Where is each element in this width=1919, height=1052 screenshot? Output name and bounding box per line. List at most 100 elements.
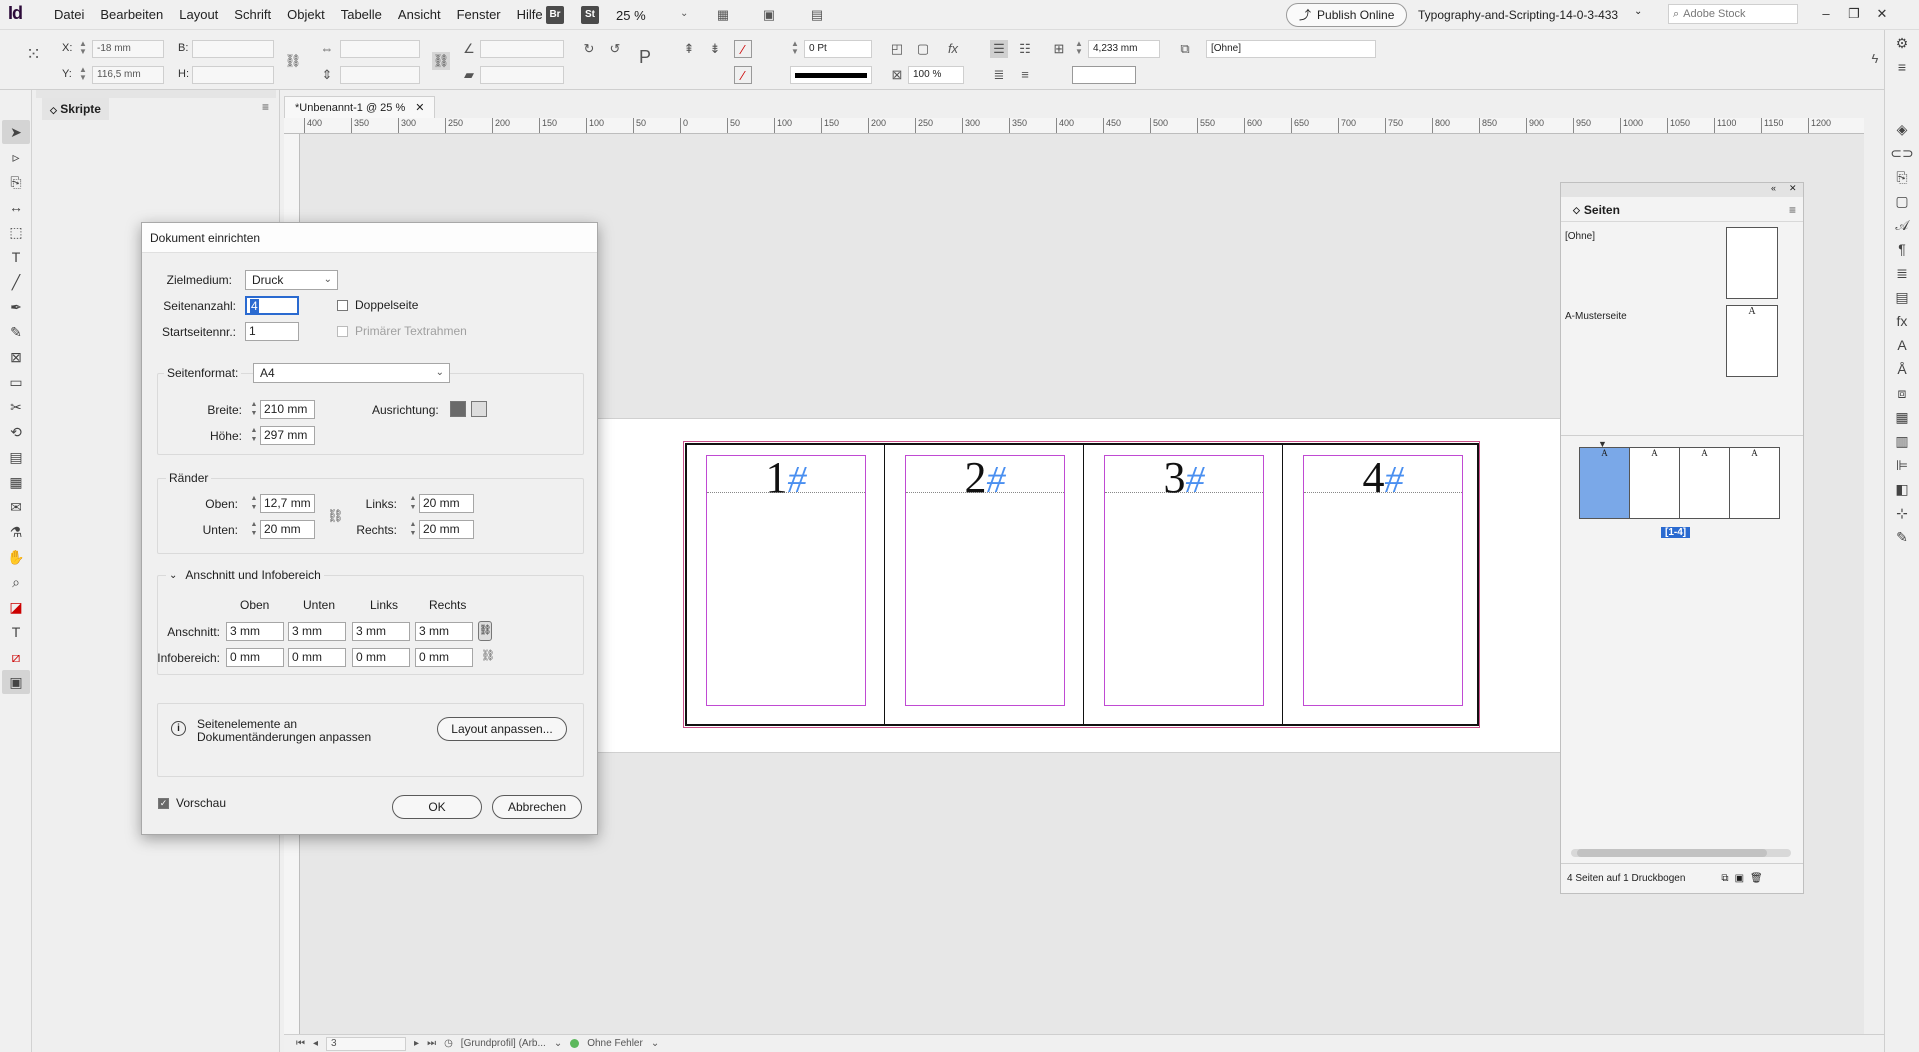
margin-top-input[interactable]: 12,7 mm (260, 494, 315, 513)
open-page-icon[interactable]: ◷ (444, 1038, 453, 1049)
settings-icon[interactable]: ⚙ (1887, 32, 1917, 54)
slug-bottom-input[interactable]: 0 mm (288, 648, 346, 667)
chevron-down-icon[interactable]: ⌄ (680, 8, 688, 19)
stroke-swatch-icon[interactable]: ⁄ (734, 66, 752, 84)
horizontal-scrollbar[interactable] (1571, 849, 1791, 857)
scripts-tab[interactable]: ◇ Skripte (42, 98, 109, 120)
new-page-icon[interactable]: ▣ (1735, 873, 1744, 884)
restore-icon[interactable]: ❐ (1842, 2, 1866, 26)
delete-page-icon[interactable]: 🗑 (1750, 873, 1763, 884)
screen-mode-icon[interactable]: ▣ (760, 6, 778, 24)
drop-shadow-icon[interactable]: ▢ (914, 40, 932, 58)
page-thumbnail-4[interactable]: A (1729, 447, 1780, 519)
bleed-top-input[interactable]: 3 mm (226, 622, 284, 641)
document-tab[interactable]: *Unbenannt-1 @ 25 % ✕ (284, 96, 436, 118)
pathfinder-icon[interactable]: ◧ (1887, 478, 1917, 500)
distribute-icon[interactable]: ⇟ (706, 40, 724, 58)
page-size-select[interactable]: A4 ⌄ (253, 363, 450, 383)
preflight-profile[interactable]: [Grundprofil] (Arb... (461, 1038, 546, 1049)
effects-icon[interactable]: fx (944, 40, 962, 58)
panel-menu-icon[interactable]: ≡ (1789, 203, 1796, 217)
cancel-button[interactable]: Abbrechen (492, 795, 582, 819)
eyedropper-tool-icon[interactable]: ⚗ (2, 520, 30, 544)
page-field[interactable]: 3 (326, 1036, 407, 1051)
link-slug-icon[interactable]: ⛓ (481, 649, 495, 662)
margin-bottom-input[interactable]: 20 mm (260, 520, 315, 539)
width-field[interactable] (192, 40, 274, 58)
scale-y-field[interactable] (340, 66, 420, 84)
margin-right-stepper-icon[interactable]: ▲ ▼ (407, 520, 419, 539)
scale-x-field[interactable] (340, 40, 420, 58)
rotate-cw-icon[interactable]: ↻ (580, 40, 598, 58)
transform-icon[interactable]: ⊹ (1887, 502, 1917, 524)
constrain-proportions-icon[interactable]: ⛓ (284, 52, 302, 70)
paragraph-styles-icon[interactable]: ¶ (1887, 238, 1917, 260)
layers-icon[interactable]: ◈ (1887, 118, 1917, 140)
x-field[interactable]: -18 mm (92, 40, 164, 58)
screen-mode-icon[interactable]: ▣ (2, 670, 30, 694)
cc-libraries-icon[interactable]: ▢ (1887, 190, 1917, 212)
fill-stroke-icon[interactable]: ◪ (2, 595, 30, 619)
start-page-input[interactable]: 1 (245, 322, 299, 341)
page-2[interactable]: 2# (886, 445, 1084, 724)
slug-left-input[interactable]: 0 mm (352, 648, 410, 667)
align-icon[interactable]: ⇞ (680, 40, 698, 58)
margin-left-stepper-icon[interactable]: ▲ ▼ (407, 494, 419, 513)
rotate-field[interactable] (480, 40, 564, 58)
page-3[interactable]: 3# (1085, 445, 1283, 724)
margin-left-input[interactable]: 20 mm (419, 494, 474, 513)
shear-angle-icon[interactable]: ▰ (460, 66, 478, 84)
x-stepper-icon[interactable]: ▲ ▼ (78, 40, 88, 58)
menu-schrift[interactable]: Schrift (226, 0, 279, 30)
selection-tool-icon[interactable]: ➤ (2, 120, 30, 144)
menu-datei[interactable]: Datei (46, 0, 92, 30)
align-top-icon[interactable]: ☰ (990, 40, 1008, 58)
gap-tool-icon[interactable]: ↔ (2, 195, 30, 219)
properties-icon[interactable]: ≡ (1887, 56, 1917, 78)
table-styles-icon[interactable]: ▥ (1887, 430, 1917, 452)
margin-top-stepper-icon[interactable]: ▲ ▼ (248, 494, 260, 513)
prev-page-icon[interactable]: ◂ (313, 1038, 318, 1049)
menu-ansicht[interactable]: Ansicht (390, 0, 449, 30)
menu-layout[interactable]: Layout (171, 0, 226, 30)
none-master-label[interactable]: [Ohne] (1565, 231, 1595, 242)
edit-page-size-icon[interactable]: ⧉ (1721, 873, 1728, 884)
rotate-angle-icon[interactable]: ∠ (460, 40, 478, 58)
close-panel-icon[interactable]: ✕ (1789, 183, 1797, 194)
page-1[interactable]: 1# (687, 445, 885, 724)
paragraph-icon[interactable]: P (636, 48, 654, 66)
view-options-icon[interactable]: ▦ (714, 6, 732, 24)
width-input[interactable]: 210 mm (260, 400, 315, 419)
content-collector-icon[interactable]: ⬚ (2, 220, 30, 244)
a-master-label[interactable]: A-Musterseite (1565, 311, 1627, 322)
y-field[interactable]: 116,5 mm (92, 66, 164, 84)
rectangle-tool-icon[interactable]: ▭ (2, 370, 30, 394)
adobe-stock-search[interactable]: ⌕ Adobe Stock (1668, 4, 1798, 24)
page-thumbnail-2[interactable]: A (1629, 447, 1680, 519)
free-transform-tool-icon[interactable]: ⟲ (2, 420, 30, 444)
object-style-icon[interactable]: ⧉ (1176, 40, 1194, 58)
height-field[interactable] (192, 66, 274, 84)
swatches-icon[interactable]: ▤ (1887, 286, 1917, 308)
pages-input[interactable]: 4 (245, 296, 299, 315)
stroke-type-select[interactable] (790, 66, 872, 84)
menu-tabelle[interactable]: Tabelle (333, 0, 390, 30)
zoom-tool-icon[interactable]: ⌕ (2, 570, 30, 594)
object-style-select[interactable]: [Ohne] (1206, 40, 1376, 58)
type-tool-icon[interactable]: T (2, 245, 30, 269)
character-styles-icon[interactable]: 𝒜 (1887, 214, 1917, 236)
scale-x-icon[interactable]: ⇔ (318, 40, 336, 58)
page-thumbnail-3[interactable]: A (1679, 447, 1730, 519)
columns-icon[interactable]: ⊞ (1050, 40, 1068, 58)
page-thumbnail-1[interactable]: A (1579, 447, 1630, 519)
pages-icon[interactable]: ⎘ (1887, 166, 1917, 188)
fill-swatch-icon[interactable]: ⁄ (734, 40, 752, 58)
direct-selection-tool-icon[interactable]: ▹ (2, 145, 30, 169)
facing-pages-label[interactable]: Doppelseite (355, 298, 418, 312)
arrange-documents-icon[interactable]: ▤ (808, 6, 826, 24)
scripts-icon[interactable]: ✎ (1887, 526, 1917, 548)
reference-point-icon[interactable]: ⁙ (26, 44, 52, 74)
height-input[interactable]: 297 mm (260, 426, 315, 445)
stock-button[interactable]: St (581, 6, 599, 24)
rotate-ccw-icon[interactable]: ↺ (606, 40, 624, 58)
